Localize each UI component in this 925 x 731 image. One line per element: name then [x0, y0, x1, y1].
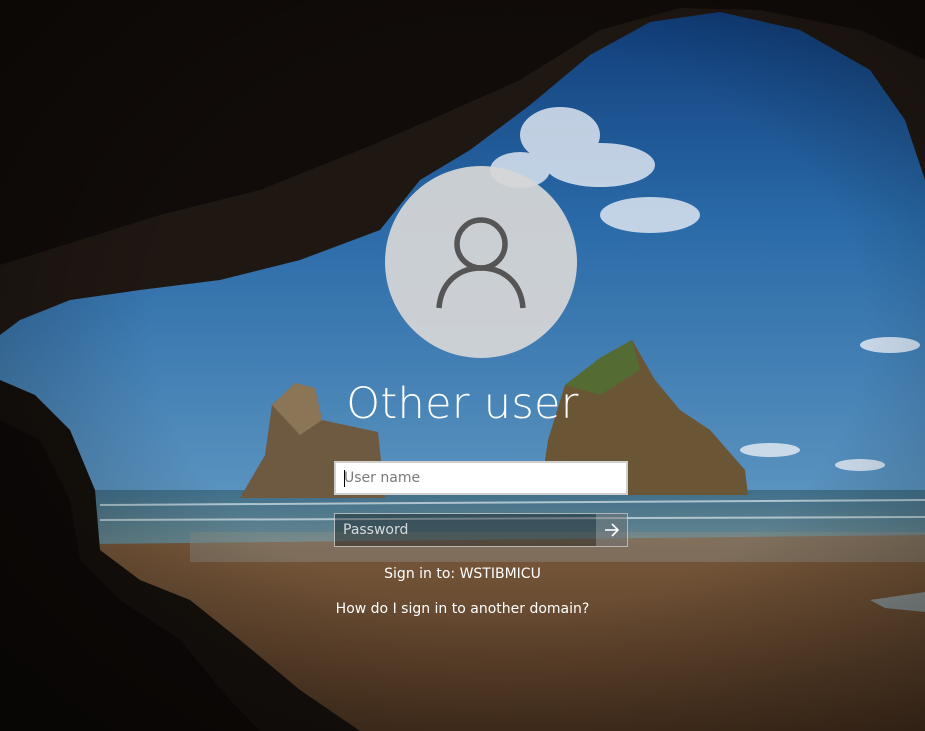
user-title: Other user — [346, 379, 579, 429]
password-input[interactable] — [335, 514, 597, 546]
password-field-box[interactable] — [334, 513, 628, 547]
user-avatar — [385, 166, 577, 358]
sign-in-domain-text: Sign in to: WSTIBMICU — [384, 566, 541, 582]
another-domain-help-link[interactable]: How do I sign in to another domain? — [0, 601, 925, 617]
background-image — [0, 0, 925, 731]
submit-button[interactable] — [596, 514, 627, 546]
user-icon — [436, 217, 526, 309]
text-caret — [344, 470, 345, 487]
username-field-box[interactable] — [334, 461, 628, 495]
arrow-right-icon — [605, 523, 620, 537]
username-input[interactable] — [336, 463, 626, 493]
lock-screen: Other user Sign in to: WSTIBMICU How do … — [0, 0, 925, 731]
